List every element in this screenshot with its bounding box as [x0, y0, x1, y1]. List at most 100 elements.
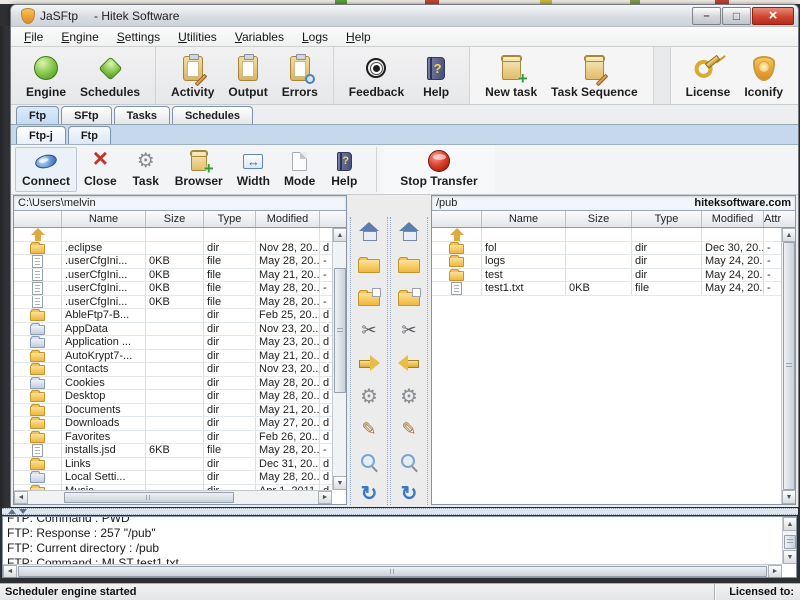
scrollbar-thumb[interactable] — [18, 566, 767, 577]
tab-sftp[interactable]: SFtp — [61, 106, 111, 124]
log-horizontal-scrollbar[interactable] — [3, 564, 782, 577]
help-button[interactable]: Help — [411, 49, 461, 102]
scrollbar-thumb[interactable] — [64, 492, 234, 503]
search-icon[interactable] — [356, 452, 382, 472]
close-button[interactable]: Close — [77, 147, 124, 192]
copy-folder-icon[interactable] — [356, 287, 382, 307]
column-header-modified[interactable]: Modified — [256, 211, 320, 227]
task-sequence-button[interactable]: Task Sequence — [544, 49, 644, 102]
scroll-right-arrow[interactable] — [768, 565, 782, 578]
menu-settings[interactable]: Settings — [108, 28, 169, 46]
iconify-button[interactable]: Iconify — [737, 49, 790, 102]
schedules-button[interactable]: Schedules — [73, 49, 147, 102]
column-header-size[interactable]: Size — [566, 211, 632, 227]
table-row[interactable]: Local Setti...dirMay 28, 20...d — [14, 471, 346, 485]
table-row[interactable]: DownloadsdirMay 27, 20...d — [14, 417, 346, 431]
menu-variables[interactable]: Variables — [226, 28, 293, 46]
subtab-ftp[interactable]: Ftp — [68, 126, 111, 144]
home-icon[interactable] — [356, 221, 382, 241]
table-row[interactable]: installs.jsd6KBfileMay 28, 20...- — [14, 444, 346, 458]
menu-file[interactable]: File — [15, 28, 52, 46]
table-row[interactable]: CookiesdirMay 28, 20...d — [14, 377, 346, 391]
table-row[interactable]: .eclipsedirNov 28, 20...d — [14, 242, 346, 256]
minimize-button[interactable] — [692, 7, 721, 25]
table-row[interactable]: ContactsdirNov 23, 20...d — [14, 363, 346, 377]
column-header-type[interactable]: Type — [204, 211, 256, 227]
table-row[interactable]: FavoritesdirFeb 26, 20...d — [14, 431, 346, 445]
table-row[interactable]: LinksdirDec 31, 20...d — [14, 458, 346, 472]
task-button[interactable]: Task — [124, 147, 168, 192]
column-header-attr[interactable]: Attr — [764, 211, 781, 227]
open-folder-icon[interactable] — [356, 254, 382, 274]
settings-icon[interactable] — [356, 386, 382, 406]
help-button[interactable]: Help — [322, 147, 366, 192]
log-splitter[interactable] — [2, 508, 798, 515]
table-row[interactable]: foldirDec 30, 20...- — [432, 242, 795, 256]
tab-schedules[interactable]: Schedules — [172, 106, 253, 124]
local-vertical-scrollbar[interactable] — [332, 228, 346, 490]
subtab-ftp-j[interactable]: Ftp-j — [16, 126, 66, 144]
table-row[interactable]: .userCfgIni...0KBfileMay 28, 20...- — [14, 296, 346, 310]
new-task-button[interactable]: +New task — [478, 49, 544, 102]
log-vertical-scrollbar[interactable] — [782, 517, 796, 564]
table-row[interactable]: test1.txt0KBfileMay 24, 20...- — [432, 282, 795, 296]
scroll-down-arrow[interactable] — [783, 550, 797, 564]
connect-button[interactable]: Connect — [15, 147, 77, 192]
copy-folder-icon[interactable] — [396, 287, 422, 307]
refresh-icon[interactable] — [396, 485, 422, 505]
settings-icon[interactable] — [396, 386, 422, 406]
transfer-left-icon[interactable] — [396, 353, 422, 373]
width-button[interactable]: Width — [230, 147, 277, 192]
edit-icon[interactable] — [396, 419, 422, 439]
column-header-blank[interactable] — [14, 211, 62, 227]
splitter-expand-icon[interactable] — [8, 509, 16, 514]
open-folder-icon[interactable] — [396, 254, 422, 274]
scrollbar-thumb[interactable] — [334, 268, 346, 393]
scroll-right-arrow[interactable] — [318, 491, 332, 504]
table-row[interactable]: .userCfgIni...0KBfileMay 28, 20...- — [14, 282, 346, 296]
scroll-left-arrow[interactable] — [14, 491, 28, 504]
table-row[interactable]: AutoKrypt7-...dirMay 21, 20...d — [14, 350, 346, 364]
column-header-modified[interactable]: Modified — [702, 211, 764, 227]
license-button[interactable]: License — [679, 49, 738, 102]
menu-help[interactable]: Help — [337, 28, 380, 46]
remote-vertical-scrollbar[interactable] — [781, 228, 795, 504]
refresh-icon[interactable] — [356, 485, 382, 505]
edit-icon[interactable] — [356, 419, 382, 439]
scrollbar-thumb[interactable] — [784, 535, 796, 549]
browser-button[interactable]: +Browser — [168, 147, 230, 192]
scrollbar-thumb[interactable] — [783, 242, 795, 490]
scroll-up-arrow[interactable] — [333, 228, 347, 242]
menu-utilities[interactable]: Utilities — [169, 28, 226, 46]
column-header-type[interactable]: Type — [632, 211, 702, 227]
menu-engine[interactable]: Engine — [52, 28, 107, 46]
table-row[interactable] — [14, 228, 346, 242]
transfer-right-icon[interactable] — [356, 353, 382, 373]
tab-tasks[interactable]: Tasks — [114, 106, 170, 124]
column-header-blank[interactable] — [320, 211, 332, 227]
table-row[interactable]: DocumentsdirMay 21, 20...d — [14, 404, 346, 418]
scroll-left-arrow[interactable] — [3, 565, 17, 578]
table-row[interactable]: .userCfgIni...0KBfileMay 21, 20...- — [14, 269, 346, 283]
table-row[interactable]: logsdirMay 24, 20...- — [432, 255, 795, 269]
column-header-name[interactable]: Name — [482, 211, 566, 227]
output-button[interactable]: Output — [221, 49, 274, 102]
tab-ftp[interactable]: Ftp — [16, 106, 59, 124]
search-icon[interactable] — [396, 452, 422, 472]
engine-button[interactable]: Engine — [19, 49, 73, 102]
activity-button[interactable]: Activity — [164, 49, 221, 102]
cut-icon[interactable] — [396, 320, 422, 340]
splitter-collapse-icon[interactable] — [19, 509, 27, 514]
scroll-up-arrow[interactable] — [782, 228, 796, 242]
home-icon[interactable] — [396, 221, 422, 241]
table-row[interactable]: AppDatadirNov 23, 20...d — [14, 323, 346, 337]
table-row[interactable] — [432, 228, 795, 242]
close-button[interactable] — [752, 7, 794, 25]
scroll-up-arrow[interactable] — [783, 517, 797, 531]
errors-button[interactable]: Errors — [275, 49, 325, 102]
table-row[interactable]: testdirMay 24, 20...- — [432, 269, 795, 283]
table-row[interactable]: AbleFtp7-B...dirFeb 25, 20...d — [14, 309, 346, 323]
table-row[interactable]: DesktopdirMay 28, 20...d — [14, 390, 346, 404]
local-horizontal-scrollbar[interactable] — [14, 490, 332, 504]
column-header-size[interactable]: Size — [146, 211, 204, 227]
